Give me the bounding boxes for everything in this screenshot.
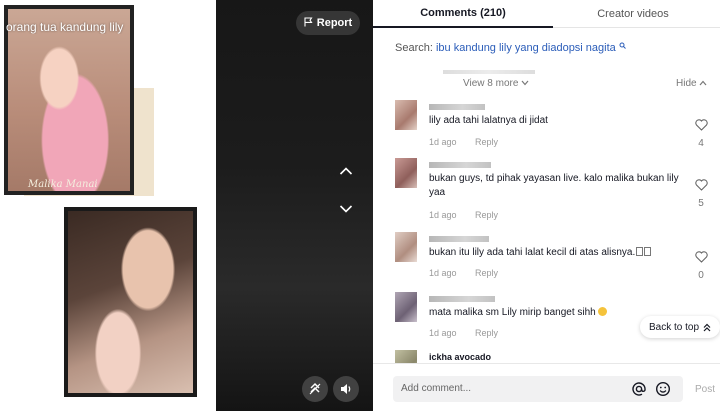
video-search-overlay[interactable]: orang tua kandung lily — [0, 12, 205, 42]
comment-meta: 1d ago Reply — [429, 210, 498, 220]
like-button[interactable]: 4 — [693, 118, 709, 149]
tab-creator-videos[interactable]: Creator videos — [563, 0, 703, 28]
related-search[interactable]: Search: ibu kandung lily yang diadopsi n… — [395, 42, 626, 54]
comment-item: ickha avocado — [395, 350, 715, 363]
avatar[interactable] — [395, 350, 417, 363]
chevron-down-icon — [339, 205, 353, 213]
video-search-text: orang tua kandung lily — [6, 20, 124, 34]
back-to-top-label: Back to top — [648, 321, 700, 333]
comment-time: 1d ago — [429, 137, 457, 147]
blurred-username[interactable] — [429, 104, 485, 110]
hide-replies[interactable]: Hide — [676, 78, 707, 89]
comment-text: bukan guys, td pihak yayasan live. kalo … — [429, 173, 679, 198]
chevron-up-icon — [339, 167, 353, 175]
double-chevron-up-icon — [703, 323, 711, 331]
reply-button[interactable]: Reply — [475, 328, 498, 338]
avatar[interactable] — [395, 158, 417, 188]
like-button[interactable]: 5 — [693, 178, 709, 209]
emoji-icon — [644, 247, 652, 256]
reply-button[interactable]: Reply — [475, 268, 498, 278]
comment-text: lily ada tahi lalatnya di jidat — [429, 115, 548, 126]
autoscroll-icon — [309, 382, 321, 395]
video-panel: Malika Manai orang tua kandung lily Repo… — [0, 0, 373, 411]
chevron-up-icon — [699, 80, 707, 86]
chevron-down-icon — [521, 80, 529, 86]
baby-photo-bottom — [64, 207, 197, 397]
related-search-query[interactable]: ibu kandung lily yang diadopsi nagita — [436, 42, 616, 54]
volume-button[interactable] — [333, 376, 359, 402]
emoji-icon[interactable] — [655, 381, 671, 397]
reply-button[interactable]: Reply — [475, 210, 498, 220]
comment-text: mata malika sm Lily mirip banget sihh — [429, 306, 679, 320]
flag-icon — [304, 16, 313, 30]
heart-icon — [694, 251, 708, 263]
like-button[interactable]: 0 — [693, 250, 709, 281]
comment-meta: 1d ago Reply — [429, 328, 498, 338]
smile-emoji-icon — [597, 307, 607, 316]
video-frame: Malika Manai orang tua kandung lily — [0, 0, 216, 411]
comment-text: bukan itu lily ada tahi lalat kecil di a… — [429, 246, 679, 260]
like-count: 5 — [698, 198, 704, 209]
search-icon — [619, 42, 626, 49]
previous-video-button[interactable] — [333, 158, 359, 184]
avatar[interactable] — [395, 292, 417, 322]
mention-icon[interactable] — [631, 381, 647, 397]
avatar[interactable] — [395, 100, 417, 130]
autoscroll-button[interactable] — [302, 376, 328, 402]
related-search-prefix: Search: — [395, 42, 433, 54]
comment-meta: 1d ago Reply — [429, 268, 498, 278]
comment-composer: Add comment... Post — [373, 363, 720, 411]
comment-input[interactable]: Add comment... — [393, 376, 683, 402]
report-label: Report — [316, 17, 353, 29]
reply-button[interactable]: Reply — [475, 137, 498, 147]
comment-time: 1d ago — [429, 210, 457, 220]
like-count: 4 — [698, 138, 704, 149]
thread-divider — [443, 70, 535, 74]
blurred-username[interactable] — [429, 236, 489, 242]
comments-panel: Comments (210) Creator videos Search: ib… — [373, 0, 720, 411]
comment-meta: 1d ago Reply — [429, 137, 498, 147]
tab-comments[interactable]: Comments (210) — [373, 0, 553, 28]
hide-label: Hide — [676, 78, 697, 89]
view-more-replies[interactable]: View 8 more — [463, 78, 529, 89]
blurred-username[interactable] — [429, 296, 495, 302]
comment-placeholder: Add comment... — [401, 383, 472, 394]
comment-time: 1d ago — [429, 328, 457, 338]
heart-icon — [694, 179, 708, 191]
next-video-button[interactable] — [333, 196, 359, 222]
photo-watermark: Malika Manai — [28, 179, 98, 190]
blurred-username[interactable] — [429, 162, 491, 168]
emoji-icon — [636, 247, 644, 256]
comment-username[interactable]: ickha avocado — [429, 352, 491, 362]
view-more-label: View 8 more — [463, 78, 519, 89]
avatar[interactable] — [395, 232, 417, 262]
like-count: 0 — [698, 270, 704, 281]
heart-icon — [694, 119, 708, 131]
post-button[interactable]: Post — [695, 384, 715, 395]
panel-tabs: Comments (210) Creator videos — [373, 0, 720, 28]
comment-time: 1d ago — [429, 268, 457, 278]
search-icon[interactable] — [177, 16, 199, 38]
volume-icon — [341, 384, 351, 394]
back-to-top-button[interactable]: Back to top — [640, 316, 720, 338]
report-button[interactable]: Report — [296, 11, 360, 35]
